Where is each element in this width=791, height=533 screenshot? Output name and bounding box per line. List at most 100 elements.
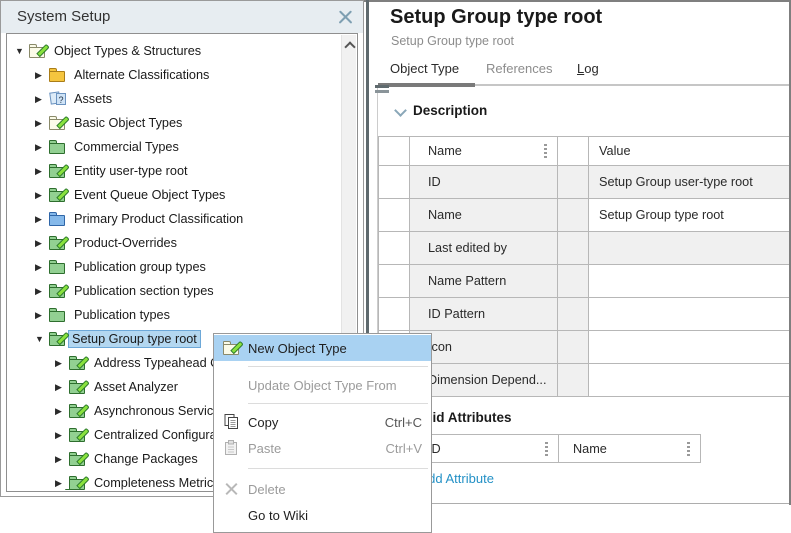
menu-item-paste[interactable]: Paste Ctrl+V [214, 435, 431, 461]
folder-orange-icon [49, 68, 66, 82]
chevron-right-icon[interactable]: ▶ [54, 430, 69, 441]
folder-edit-green-icon [49, 164, 66, 178]
table-row: Last edited by [379, 232, 791, 265]
chevron-right-icon[interactable]: ▶ [54, 382, 69, 393]
menu-item-update-object-type-from[interactable]: Update Object Type From [214, 372, 431, 398]
menu-item-delete[interactable]: Delete [214, 476, 431, 502]
chevron-right-icon[interactable]: ▶ [34, 118, 49, 129]
tree-item[interactable]: ▶ Publication types [8, 303, 341, 327]
scroll-up-icon[interactable] [344, 41, 355, 52]
tree-item[interactable]: ▶ Event Queue Object Types [8, 183, 341, 207]
tree-item[interactable]: ▶ Primary Product Classification [8, 207, 341, 231]
chevron-right-icon[interactable]: ▶ [34, 166, 49, 177]
column-header-type[interactable] [558, 137, 589, 166]
close-icon[interactable] [338, 10, 353, 25]
tree-item[interactable]: ▶ Basic Object Types [8, 111, 341, 135]
folder-edit-green-icon [69, 452, 86, 466]
property-name: ID Pattern [410, 298, 558, 331]
content-bottom-border [378, 503, 790, 504]
chevron-right-icon[interactable]: ▶ [34, 286, 49, 297]
chevron-right-icon[interactable]: ▶ [34, 190, 49, 201]
tree-item[interactable]: ▶ Product-Overrides [8, 231, 341, 255]
chevron-down-icon[interactable]: ▼ [34, 334, 49, 344]
column-header-name[interactable]: Name [559, 435, 701, 463]
chevron-right-icon[interactable]: ▶ [54, 478, 69, 489]
folder-edit-green-icon [69, 476, 86, 490]
tree-item-label: Asset Analyzer [91, 379, 181, 395]
chevron-right-icon[interactable]: ▶ [34, 214, 49, 225]
context-menu: New Object Type Update Object Type From … [213, 333, 432, 533]
row-handle-cell[interactable] [379, 232, 410, 265]
property-value[interactable] [589, 331, 791, 364]
menu-separator [248, 403, 428, 404]
folder-green-icon [49, 140, 66, 154]
chevron-right-icon[interactable]: ▶ [34, 310, 49, 321]
palette-header: System Setup [1, 1, 363, 33]
column-menu-handle[interactable] [544, 144, 547, 159]
chevron-right-icon[interactable]: ▶ [34, 262, 49, 273]
tab-log[interactable]: Log [577, 61, 599, 76]
tree-item-label: Alternate Classifications [71, 67, 212, 83]
menu-item-new-object-type[interactable]: New Object Type [214, 335, 431, 361]
menu-item-go-to-wiki[interactable]: Go to Wiki [214, 502, 431, 528]
chevron-right-icon[interactable]: ▶ [34, 142, 49, 153]
property-name: ID [410, 166, 558, 199]
row-handle-cell[interactable] [379, 265, 410, 298]
tree-item[interactable]: ▶ Assets [8, 87, 341, 111]
property-type-cell [558, 298, 589, 331]
tree-item[interactable]: ▶ Publication group types [8, 255, 341, 279]
folder-blue-icon [49, 212, 66, 226]
property-type-cell [558, 166, 589, 199]
chevron-right-icon[interactable]: ▶ [54, 454, 69, 465]
property-value[interactable] [589, 265, 791, 298]
tree-item-label: Publication group types [71, 259, 209, 275]
splitter-handle-icon[interactable] [375, 85, 389, 93]
tree-item-label: Commercial Types [71, 139, 182, 155]
column-header-name[interactable]: Name [410, 137, 558, 166]
folder-edit-green-icon [49, 332, 66, 346]
menu-item-copy[interactable]: Copy Ctrl+C [214, 409, 431, 435]
column-header-value[interactable]: Value [589, 137, 791, 166]
tree-item[interactable]: ▶ Publication section types [8, 279, 341, 303]
menu-separator [248, 366, 428, 367]
table-corner-cell [379, 137, 410, 166]
property-name: Last edited by [410, 232, 558, 265]
table-row: Dimension Depend... [379, 364, 791, 397]
tree-item-label: Entity user-type root [71, 163, 191, 179]
tab-object-type[interactable]: Object Type [390, 61, 459, 76]
tree-item-label: Basic Object Types [71, 115, 185, 131]
row-handle-cell[interactable] [379, 166, 410, 199]
chevron-right-icon[interactable]: ▶ [54, 406, 69, 417]
column-menu-handle[interactable] [687, 442, 690, 457]
property-value[interactable] [589, 364, 791, 397]
tree-item[interactable]: ▶ Commercial Types [8, 135, 341, 159]
tab-references[interactable]: References [486, 61, 552, 76]
property-value[interactable] [589, 298, 791, 331]
copy-icon [224, 414, 239, 430]
table-row: ID Pattern [379, 298, 791, 331]
chevron-right-icon[interactable]: ▶ [34, 94, 49, 105]
tree-item-label: Publication types [71, 307, 173, 323]
chevron-right-icon[interactable]: ▶ [54, 358, 69, 369]
tree-item-label: Publication section types [71, 283, 217, 299]
chevron-right-icon[interactable]: ▶ [34, 70, 49, 81]
folder-edit-green-icon [69, 356, 86, 370]
page-title: Setup Group type root [390, 6, 602, 29]
tree-item[interactable]: ▶ Alternate Classifications [8, 63, 341, 87]
folder-edit-green-icon [49, 236, 66, 250]
row-handle-cell[interactable] [379, 199, 410, 232]
paste-icon [224, 440, 238, 456]
tree-item[interactable]: ▼ Object Types & Structures [8, 39, 341, 63]
tree-item-label: Change Packages [91, 451, 201, 467]
property-value[interactable]: Setup Group type root [589, 199, 791, 232]
folder-edit-green-icon [69, 428, 86, 442]
chevron-right-icon[interactable]: ▶ [34, 238, 49, 249]
page-subtitle: Setup Group type root [391, 34, 514, 48]
row-handle-cell[interactable] [379, 298, 410, 331]
property-type-cell [558, 331, 589, 364]
column-menu-handle[interactable] [545, 442, 548, 457]
collapse-chevron-icon[interactable] [394, 104, 407, 117]
tree-item[interactable]: ▶ Entity user-type root [8, 159, 341, 183]
chevron-down-icon[interactable]: ▼ [14, 46, 29, 56]
description-table: Name Value ID Setup Group user-type root… [378, 136, 791, 397]
